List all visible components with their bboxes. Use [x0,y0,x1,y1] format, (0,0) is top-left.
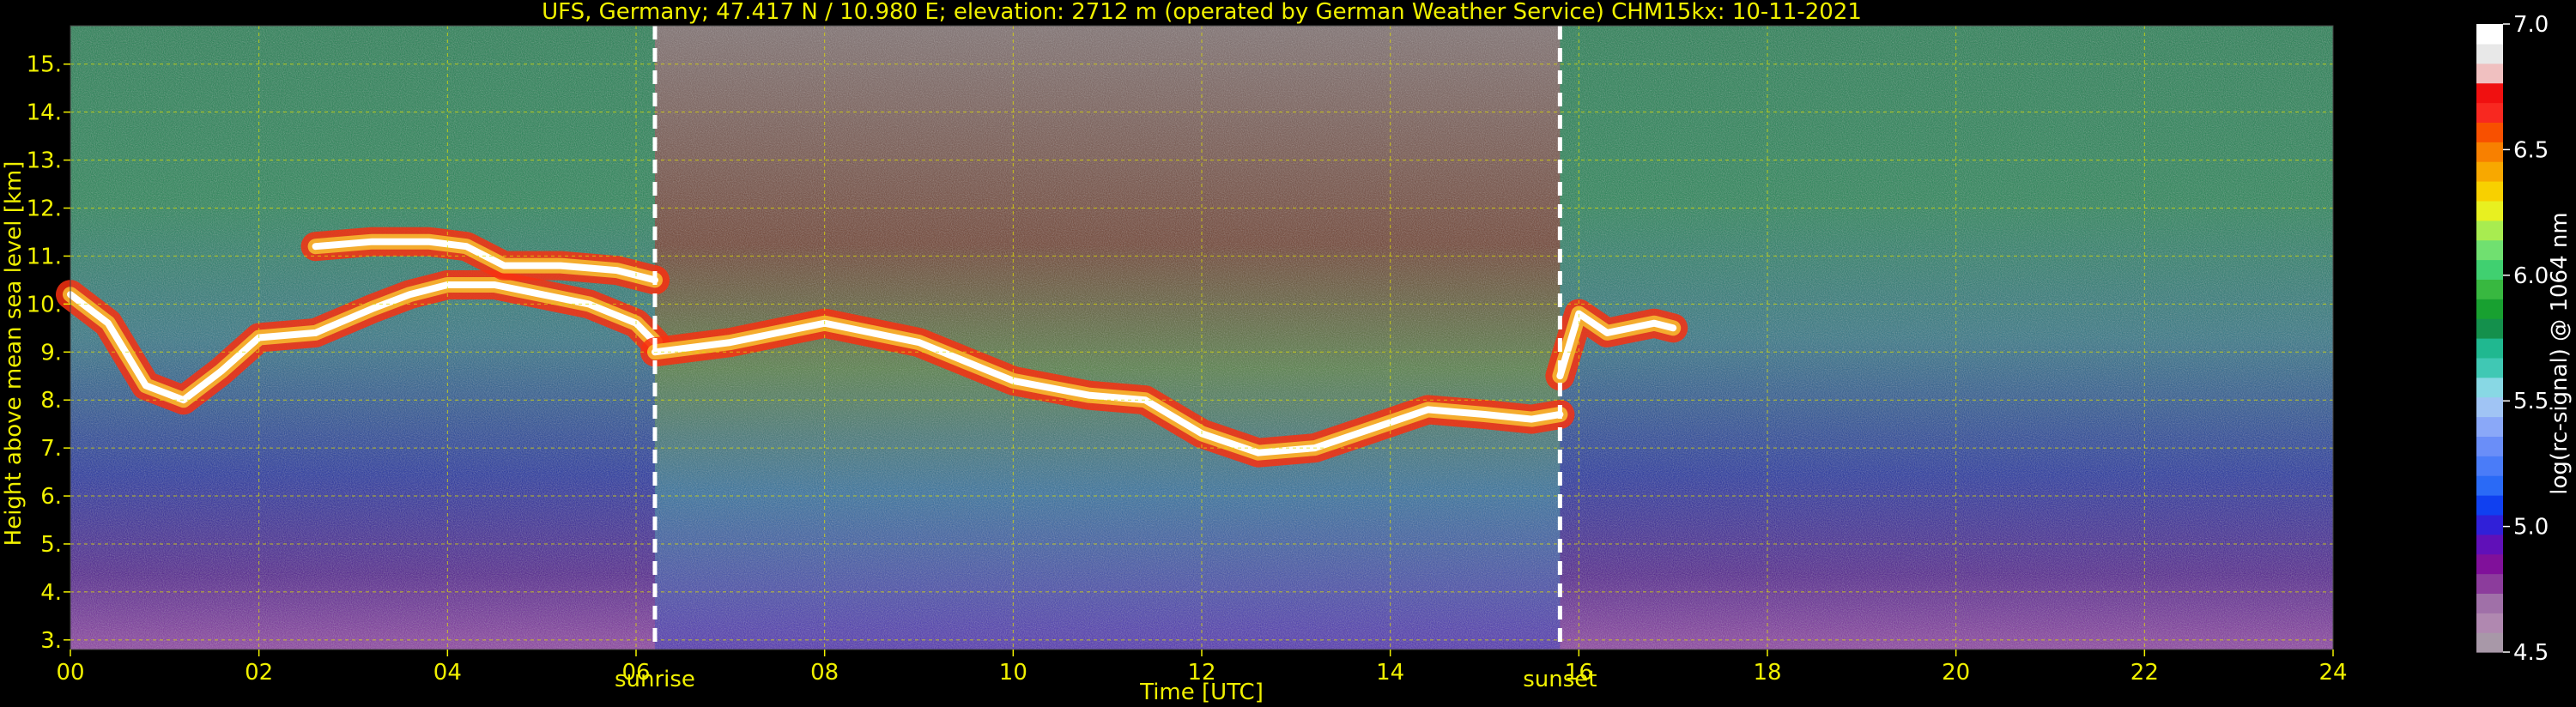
colorbar-cell [2476,161,2503,182]
y-tick-label: 6. [40,484,62,510]
colorbar-ticks: 7.0 6.5 6.0 5.5 5.0 4.5 [2503,12,2549,666]
colorbar-tick-label: 5.0 [2513,515,2549,541]
y-tick-label: 13. [27,148,62,174]
colorbar-cell [2476,338,2503,359]
x-tick-label: 20 [1942,660,1970,686]
colorbar-cell [2476,24,2503,45]
colorbar-cell [2476,456,2503,476]
x-tick-label: 18 [1753,660,1781,686]
colorbar-tick-label: 4.5 [2513,640,2549,666]
y-tick-label: 5. [40,532,62,558]
colorbar-cell [2476,279,2503,299]
colorbar-cell [2476,43,2503,64]
x-tick-label: 04 [433,660,462,686]
x-tick-label: 24 [2318,660,2347,686]
colorbar-cell [2476,377,2503,398]
colorbar-cell [2476,122,2503,142]
colorbar-cell [2476,181,2503,202]
y-tick-label: 11. [27,244,62,269]
x-tick-label: 06 [621,660,650,686]
y-tick-label: 15. [27,52,62,78]
colorbar-cell [2476,514,2503,535]
colorbar-cell [2476,220,2503,241]
colorbar-cell [2476,416,2503,437]
y-tick-label: 9. [40,340,62,366]
colorbar-cell [2476,534,2503,555]
y-tick-label: 3. [40,628,62,654]
colorbar-cell [2476,593,2503,613]
colorbar-cell [2476,82,2503,104]
y-tick-label: 14. [27,100,62,126]
colorbar-cell [2476,200,2503,221]
y-axis: 3. 4. 5. 6. 7. 8. 9. 10. 11. 12. 13. 14. 15. [27,52,70,654]
colorbar-cell [2476,613,2503,633]
colorbar-cell [2476,436,2503,456]
colorbar-cell [2476,632,2503,653]
x-tick-label: 08 [810,660,839,686]
chart-title: UFS, Germany; 47.417 N / 10.980 E; eleva… [542,0,1862,25]
colorbar-cell [2476,553,2503,575]
colorbar-tick-label: 6.5 [2513,137,2549,163]
colorbar-tick-label: 7.0 [2513,12,2549,38]
y-tick-label: 8. [40,388,62,414]
x-tick-label: 16 [1565,660,1593,686]
colorbar-scale [2476,24,2503,653]
colorbar-cell [2476,318,2503,339]
x-tick-label: 00 [56,660,84,686]
colorbar-tick-label: 6.0 [2513,263,2549,289]
colorbar-cell [2476,142,2503,162]
y-tick-label: 7. [40,436,62,462]
colorbar-cell [2476,102,2503,123]
x-tick-label: 22 [2131,660,2159,686]
y-axis-label: Height above mean sea level [km] [1,161,27,547]
colorbar-cell [2476,357,2503,378]
x-tick-label: 10 [999,660,1027,686]
y-tick-label: 12. [27,196,62,222]
colorbar-cell [2476,475,2503,496]
y-tick-label: 10. [27,292,62,317]
colorbar-cell [2476,573,2503,594]
colorbar-cell [2476,396,2503,418]
colorbar-cell [2476,63,2503,84]
x-axis-label: Time [UTC] [1139,680,1264,705]
x-tick-label: 02 [245,660,273,686]
colorbar-label: log(rc-signal) @ 1064 nm [2547,212,2573,494]
x-tick-label: 14 [1376,660,1404,686]
plot-area: sunrise sunset [56,25,2334,692]
colorbar-cell [2476,495,2503,516]
colorbar: 7.0 6.5 6.0 5.5 5.0 4.5 log(rc-signal) @ 1064… [2476,12,2573,666]
colorbar-cell [2476,239,2503,261]
y-tick-label: 4. [40,580,62,606]
colorbar-tick-label: 5.5 [2513,389,2549,414]
lidar-quicklook-chart: sunrise sunset UFS, Germany; 47.417 N / 1… [1,0,2573,705]
colorbar-cell [2476,259,2503,280]
colorbar-cell [2476,299,2503,319]
